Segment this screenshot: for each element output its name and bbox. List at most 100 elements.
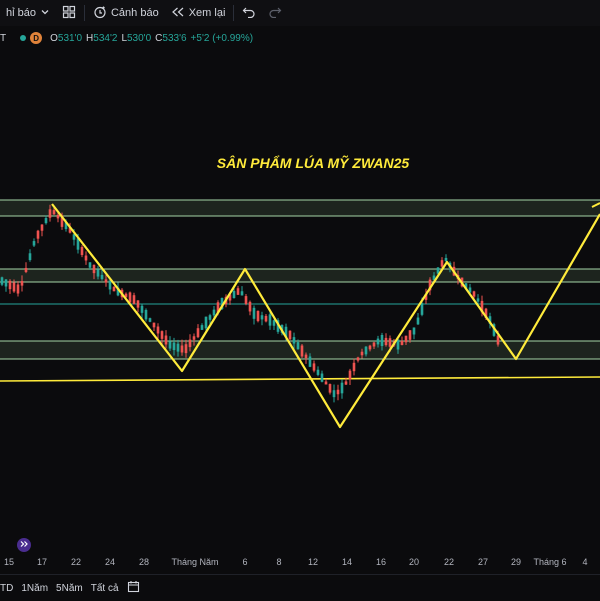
candle-body — [356, 357, 360, 361]
candle-body — [12, 282, 16, 292]
time-tick: Tháng Năm — [171, 557, 219, 567]
candle-body — [420, 303, 424, 315]
support-resistance-zones — [0, 199, 600, 382]
alarm-clock-icon — [93, 5, 107, 22]
time-tick: 14 — [341, 557, 353, 567]
time-axis[interactable]: 15 17 22 24 28 Tháng Năm 6 8 12 14 16 20… — [0, 550, 600, 572]
range-bar: TD 1Năm 5Năm Tất cả — [0, 574, 600, 601]
price-zone — [0, 200, 600, 216]
candle-body — [4, 279, 8, 287]
range-1y-button[interactable]: 1Năm — [17, 583, 52, 594]
redo-button[interactable] — [262, 0, 288, 26]
rewind-icon — [171, 6, 185, 21]
candle-body — [292, 337, 296, 344]
candle-body — [32, 241, 36, 246]
candle-body — [156, 326, 160, 334]
interval-badge: D — [30, 32, 43, 44]
candle-body — [260, 315, 264, 320]
chart-annotation-title: SÂN PHẨM LÚA MỸ ZWAN25 — [217, 154, 410, 171]
range-5y-button[interactable]: 5Năm — [52, 583, 87, 594]
redo-icon — [268, 6, 282, 21]
price-chart[interactable]: SÂN PHẨM LÚA MỸ ZWAN25 — [0, 48, 600, 550]
candle-body — [288, 330, 292, 340]
candle-body — [384, 337, 388, 346]
candle-body — [396, 339, 400, 350]
candle-body — [328, 384, 332, 393]
candle-body — [364, 346, 368, 355]
candle-body — [168, 341, 172, 349]
low-value: 530'0 — [127, 32, 152, 44]
candle-body — [0, 277, 4, 285]
candle-body — [132, 295, 136, 304]
time-tick: 27 — [477, 557, 489, 567]
candle-body — [212, 309, 216, 316]
date-range-button[interactable] — [123, 580, 144, 596]
market-status-icon — [20, 35, 27, 41]
candle-body — [376, 338, 380, 345]
candle-body — [148, 318, 152, 322]
candle-body — [300, 345, 304, 357]
open-key: O — [50, 32, 58, 44]
candle-body — [368, 345, 372, 350]
candle-body — [140, 305, 144, 313]
candle-body — [352, 362, 356, 372]
candle-body — [136, 300, 140, 308]
alert-label: Cảnh báo — [110, 7, 159, 19]
zigzag-pattern-drawing — [51, 202, 600, 429]
time-tick: 22 — [443, 557, 455, 567]
candle-body — [252, 307, 256, 319]
symbol-name[interactable]: T — [0, 33, 6, 44]
time-tick: 4 — [582, 557, 588, 567]
candle-body — [412, 327, 416, 335]
candle-body — [128, 292, 132, 303]
alert-button[interactable]: Cảnh báo — [87, 0, 165, 26]
candle-body — [188, 339, 192, 348]
price-zone — [0, 269, 600, 282]
indicators-label: hỉ báo — [6, 7, 36, 19]
candle-body — [336, 389, 340, 395]
toolbar-divider — [83, 5, 85, 21]
candle-body — [28, 253, 32, 261]
candle-body — [176, 343, 180, 352]
candle-body — [320, 373, 324, 382]
candle-body — [80, 247, 84, 255]
undo-button[interactable] — [236, 0, 262, 26]
candle-body — [48, 209, 52, 218]
toolbar-divider — [233, 5, 235, 21]
candle-body — [416, 317, 420, 325]
candle-body — [360, 351, 364, 356]
candle-body — [180, 345, 184, 353]
candle-body — [88, 262, 92, 268]
candle-body — [24, 267, 28, 273]
grid-icon — [62, 5, 76, 22]
candle-body — [152, 322, 156, 328]
candle-body — [164, 335, 168, 345]
range-ytd-button[interactable]: TD — [0, 583, 17, 594]
undo-icon — [242, 6, 256, 21]
candle-body — [52, 210, 56, 215]
candle-body — [240, 291, 244, 296]
candle-body — [236, 288, 240, 295]
candle-body — [268, 314, 272, 326]
time-tick: 22 — [70, 557, 82, 567]
candle-body — [8, 280, 12, 290]
candle-body — [40, 224, 44, 231]
ohlc-legend: T D O 531'0 H 534'2 L 530'0 C 533'6 +5'2… — [0, 29, 257, 47]
close-key: C — [155, 32, 163, 44]
change-value: +5'2 (+0.99%) — [190, 32, 254, 44]
candle-body — [108, 280, 112, 290]
replay-label: Xem lại — [188, 7, 226, 19]
candle-body — [324, 381, 328, 385]
candle-body — [408, 330, 412, 340]
layout-grid-button[interactable] — [56, 0, 82, 26]
candle-body — [144, 309, 148, 320]
indicators-button[interactable]: hỉ báo — [0, 0, 56, 26]
candle-body — [160, 331, 164, 339]
candle-body — [196, 328, 200, 338]
candle-body — [244, 296, 248, 304]
replay-button[interactable]: Xem lại — [165, 0, 232, 26]
candle-body — [172, 342, 176, 351]
range-all-button[interactable]: Tất cả — [87, 583, 123, 594]
candle-body — [348, 370, 352, 380]
candle-body — [104, 279, 108, 283]
